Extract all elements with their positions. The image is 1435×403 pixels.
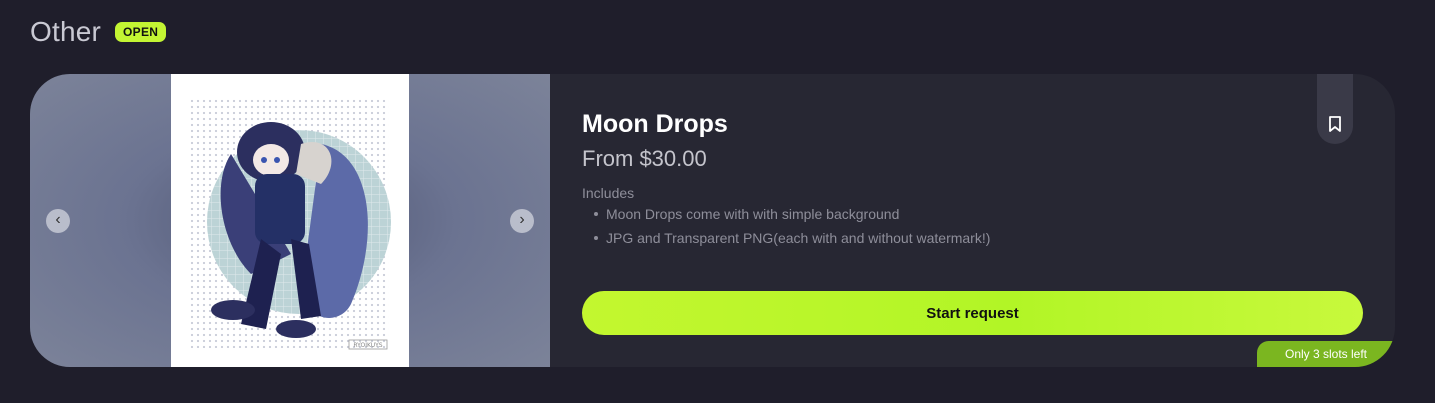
chevron-right-icon: › [519,211,525,228]
description-fade [582,270,1362,288]
bookmark-button[interactable] [1317,74,1353,144]
slots-left-badge: Only 3 slots left [1257,341,1395,367]
bookmark-icon [1329,116,1341,132]
includes-item: JPG and Transparent PNG(each with and wi… [593,226,990,250]
includes-item: Moon Drops come with with simple backgro… [593,202,990,226]
gallery-prev-button[interactable]: ‹ [46,209,70,233]
artwork-illustration: RYOIKUYS [189,98,391,350]
section-header: Other OPEN [30,16,167,48]
status-badge: OPEN [115,22,167,42]
chevron-left-icon: ‹ [55,211,61,228]
includes-list: Moon Drops come with with simple backgro… [582,202,990,250]
section-title: Other [30,16,102,47]
product-price: From $30.00 [582,146,707,171]
artwork-image[interactable]: RYOIKUYS [171,74,409,367]
includes-label: Includes [582,185,635,201]
product-details: Moon Drops From $30.00 Includes Moon Dro… [582,74,1395,367]
image-gallery: RYOIKUYS ‹ › [30,74,550,367]
gallery-next-button[interactable]: › [510,209,534,233]
start-request-button[interactable]: Start request [582,291,1363,335]
commission-card: RYOIKUYS ‹ › Moon Drops From $30.00 Incl… [30,74,1395,367]
product-title: Moon Drops [582,110,728,138]
artwork-signature: RYOIKUYS [353,342,382,349]
